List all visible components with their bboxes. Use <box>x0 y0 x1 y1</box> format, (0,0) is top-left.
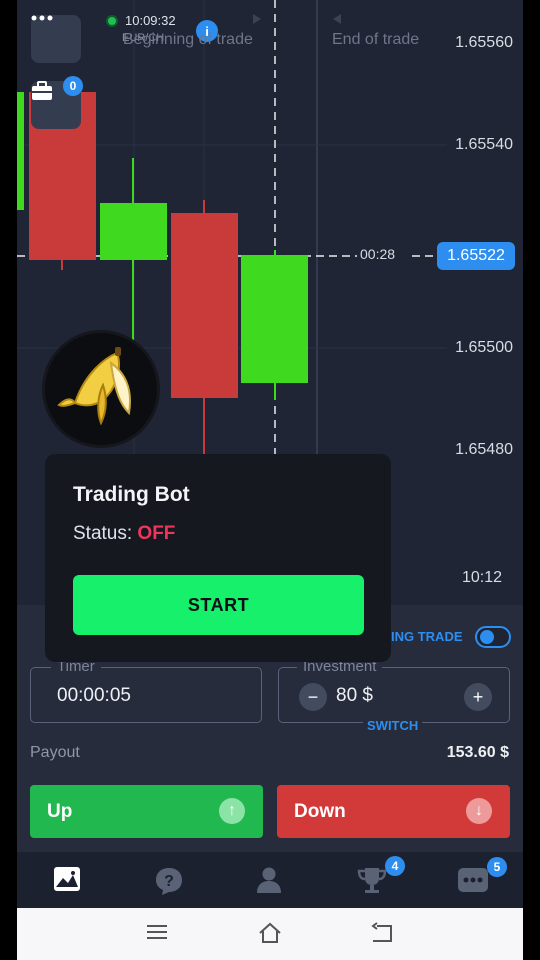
portfolio-badge: 0 <box>63 76 83 96</box>
end-of-trade-label: End of trade <box>332 31 420 48</box>
help-icon[interactable]: ? <box>154 866 184 896</box>
price-tick: 1.65480 <box>455 441 513 458</box>
start-bot-button[interactable]: START <box>73 575 364 635</box>
down-button-label: Down <box>294 800 346 822</box>
increase-investment-button[interactable]: + <box>464 683 492 711</box>
bot-status-value: OFF <box>137 523 176 544</box>
auto-trading-toggle[interactable] <box>475 626 511 648</box>
bot-avatar <box>45 333 157 445</box>
candle-down <box>171 213 238 398</box>
bottom-nav: ? 4 5 <box>17 852 523 908</box>
investment-field[interactable]: Investment − 80 $ + <box>278 658 510 723</box>
payout-label: Payout <box>30 744 80 761</box>
arrow-up-icon: ↑ <box>219 798 245 824</box>
server-clock: 10:09:32 <box>125 13 176 28</box>
bot-status-label: Status: <box>73 523 138 544</box>
up-button-label: Up <box>47 800 73 822</box>
menu-button[interactable] <box>31 15 81 63</box>
up-button[interactable]: Up ↑ <box>30 785 263 838</box>
play-marker-icon <box>253 14 261 24</box>
timer-value: 00:00:05 <box>57 685 131 706</box>
beginning-of-trade-label: Beginning of trade <box>123 31 253 48</box>
briefcase-icon <box>32 81 52 100</box>
back-icon[interactable] <box>369 922 395 946</box>
bot-title: Trading Bot <box>73 483 190 506</box>
time-tick: 10:12 <box>462 569 503 586</box>
play-marker-icon <box>333 14 341 24</box>
candle-up <box>241 255 308 383</box>
price-tick: 1.65500 <box>455 339 513 356</box>
banana-icon <box>57 347 131 426</box>
profile-icon[interactable] <box>255 866 285 896</box>
decrease-investment-button[interactable]: − <box>299 683 327 711</box>
more-icon[interactable] <box>458 868 490 898</box>
home-icon[interactable] <box>257 922 283 946</box>
trophy-badge: 4 <box>385 856 405 876</box>
bot-status: Status: OFF <box>73 523 175 545</box>
arrow-down-icon: ↓ <box>466 798 492 824</box>
down-button[interactable]: Down ↓ <box>277 785 510 838</box>
timer-field[interactable]: Timer 00:00:05 <box>30 658 262 723</box>
auto-trading-label: ING TRADE <box>391 629 463 644</box>
candle-up <box>100 203 167 260</box>
candle-up <box>17 92 24 210</box>
trophy-icon[interactable] <box>357 866 387 896</box>
more-badge: 5 <box>487 857 507 877</box>
trading-bot-card: Trading Bot Status: OFF START <box>45 454 391 662</box>
toggle-knob <box>480 630 494 644</box>
svg-text:?: ? <box>164 873 174 890</box>
chart-icon[interactable] <box>53 866 83 896</box>
app-screen: 10:09:32 EUR/CH i Beginning of trade End… <box>17 0 523 960</box>
price-tick: 1.65540 <box>455 136 513 153</box>
price-tick: 1.65560 <box>455 34 513 51</box>
expiry-countdown: 00:28 <box>358 246 398 262</box>
payout-value: 153.60 $ <box>446 744 509 761</box>
dots-icon <box>31 15 53 21</box>
investment-value: 80 $ <box>336 685 373 706</box>
menu-icon[interactable] <box>145 922 171 946</box>
switch-button[interactable]: SWITCH <box>363 718 423 733</box>
live-indicator-icon <box>106 15 118 27</box>
current-price-tag: 1.65522 <box>437 242 515 270</box>
system-nav-bar <box>17 908 523 960</box>
